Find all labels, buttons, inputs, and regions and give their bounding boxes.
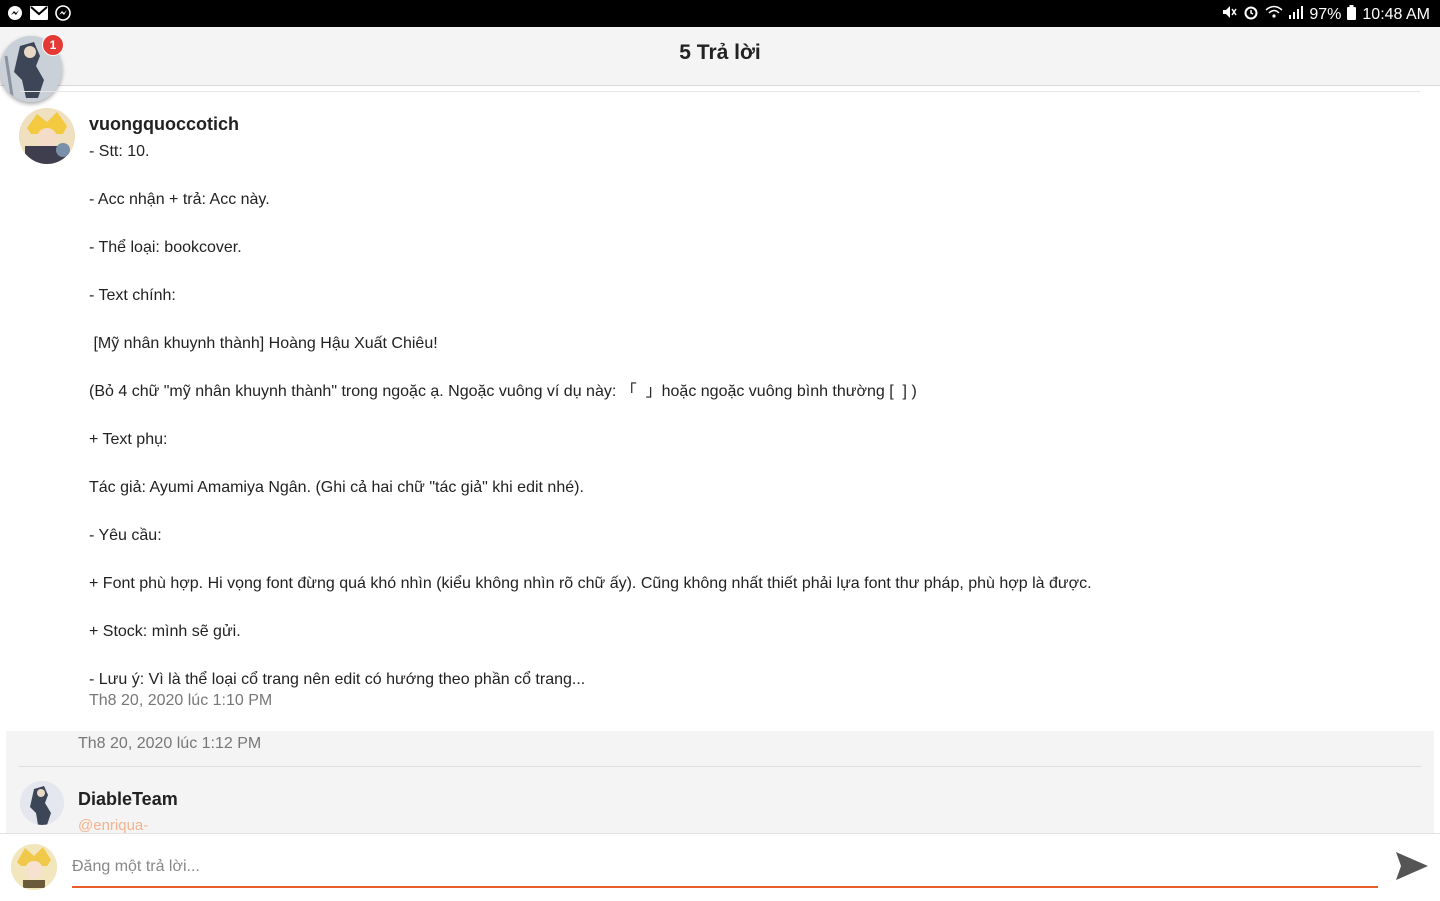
post-author[interactable]: vuongquoccotich <box>89 114 239 135</box>
post-line: - Yêu cầu: <box>89 527 162 544</box>
post-line: - Acc nhận + trả: Acc này. <box>89 191 270 208</box>
messenger-icon <box>6 4 24 22</box>
send-button[interactable] <box>1392 848 1432 884</box>
avatar <box>11 844 57 890</box>
gmail-icon <box>30 4 48 22</box>
wifi-icon <box>1265 4 1283 25</box>
avatar[interactable] <box>20 781 64 825</box>
page-title: 5 Trả lời <box>679 41 761 64</box>
post-body: - Stt: 10. - Acc nhận + trả: Acc này. - … <box>89 142 1409 710</box>
reply-author[interactable]: DiableTeam <box>78 789 178 810</box>
send-icon <box>1396 852 1428 880</box>
divider <box>20 91 1420 92</box>
post-line: - Thể loại: bookcover. <box>89 239 242 256</box>
post-line: [Mỹ nhân khuynh thành] Hoàng Hậu Xuất Ch… <box>89 335 438 352</box>
mute-icon <box>1221 4 1237 25</box>
post-line: + Font phù hợp. Hi vọng font đừng quá kh… <box>89 575 1092 592</box>
post-line: - Stt: 10. <box>89 143 150 160</box>
signal-icon <box>1289 5 1304 24</box>
avatar[interactable] <box>19 108 75 164</box>
post-line: + Stock: mình sẽ gửi. <box>89 623 241 640</box>
battery-percent: 97% <box>1309 5 1342 23</box>
reply-composer <box>0 833 1440 901</box>
header-bar: 5 Trả lời <box>0 27 1440 86</box>
status-bar-system: 97% 10:48 AM <box>1221 4 1430 25</box>
alarm-icon <box>1243 4 1259 25</box>
post-line: + Text phụ: <box>89 431 168 448</box>
divider <box>18 766 1422 767</box>
messenger-icon <box>54 4 72 22</box>
clock: 10:48 AM <box>1362 5 1430 23</box>
post-timestamp: Th8 20, 2020 lúc 1:10 PM <box>89 692 273 709</box>
post-line: Tác giả: Ayumi Amamiya Ngân. (Ghi cả hai… <box>89 479 584 496</box>
status-bar-notifications <box>6 4 72 22</box>
reply-mention[interactable]: @enriqua- <box>78 817 148 833</box>
status-bar: 97% 10:48 AM <box>0 0 1440 27</box>
reply-section: Th8 20, 2020 lúc 1:12 PM DiableTeam @enr… <box>6 731 1434 833</box>
battery-icon <box>1347 4 1357 25</box>
reply-timestamp: Th8 20, 2020 lúc 1:12 PM <box>78 735 262 752</box>
reply-input[interactable] <box>72 848 1378 888</box>
post-line: - Lưu ý: Vì là thể loại cổ trang nên edi… <box>89 671 586 688</box>
post-line: (Bỏ 4 chữ "mỹ nhân khuynh thành" trong n… <box>89 383 917 400</box>
notification-badge: 1 <box>42 34 64 56</box>
post-line: - Text chính: <box>89 287 176 304</box>
